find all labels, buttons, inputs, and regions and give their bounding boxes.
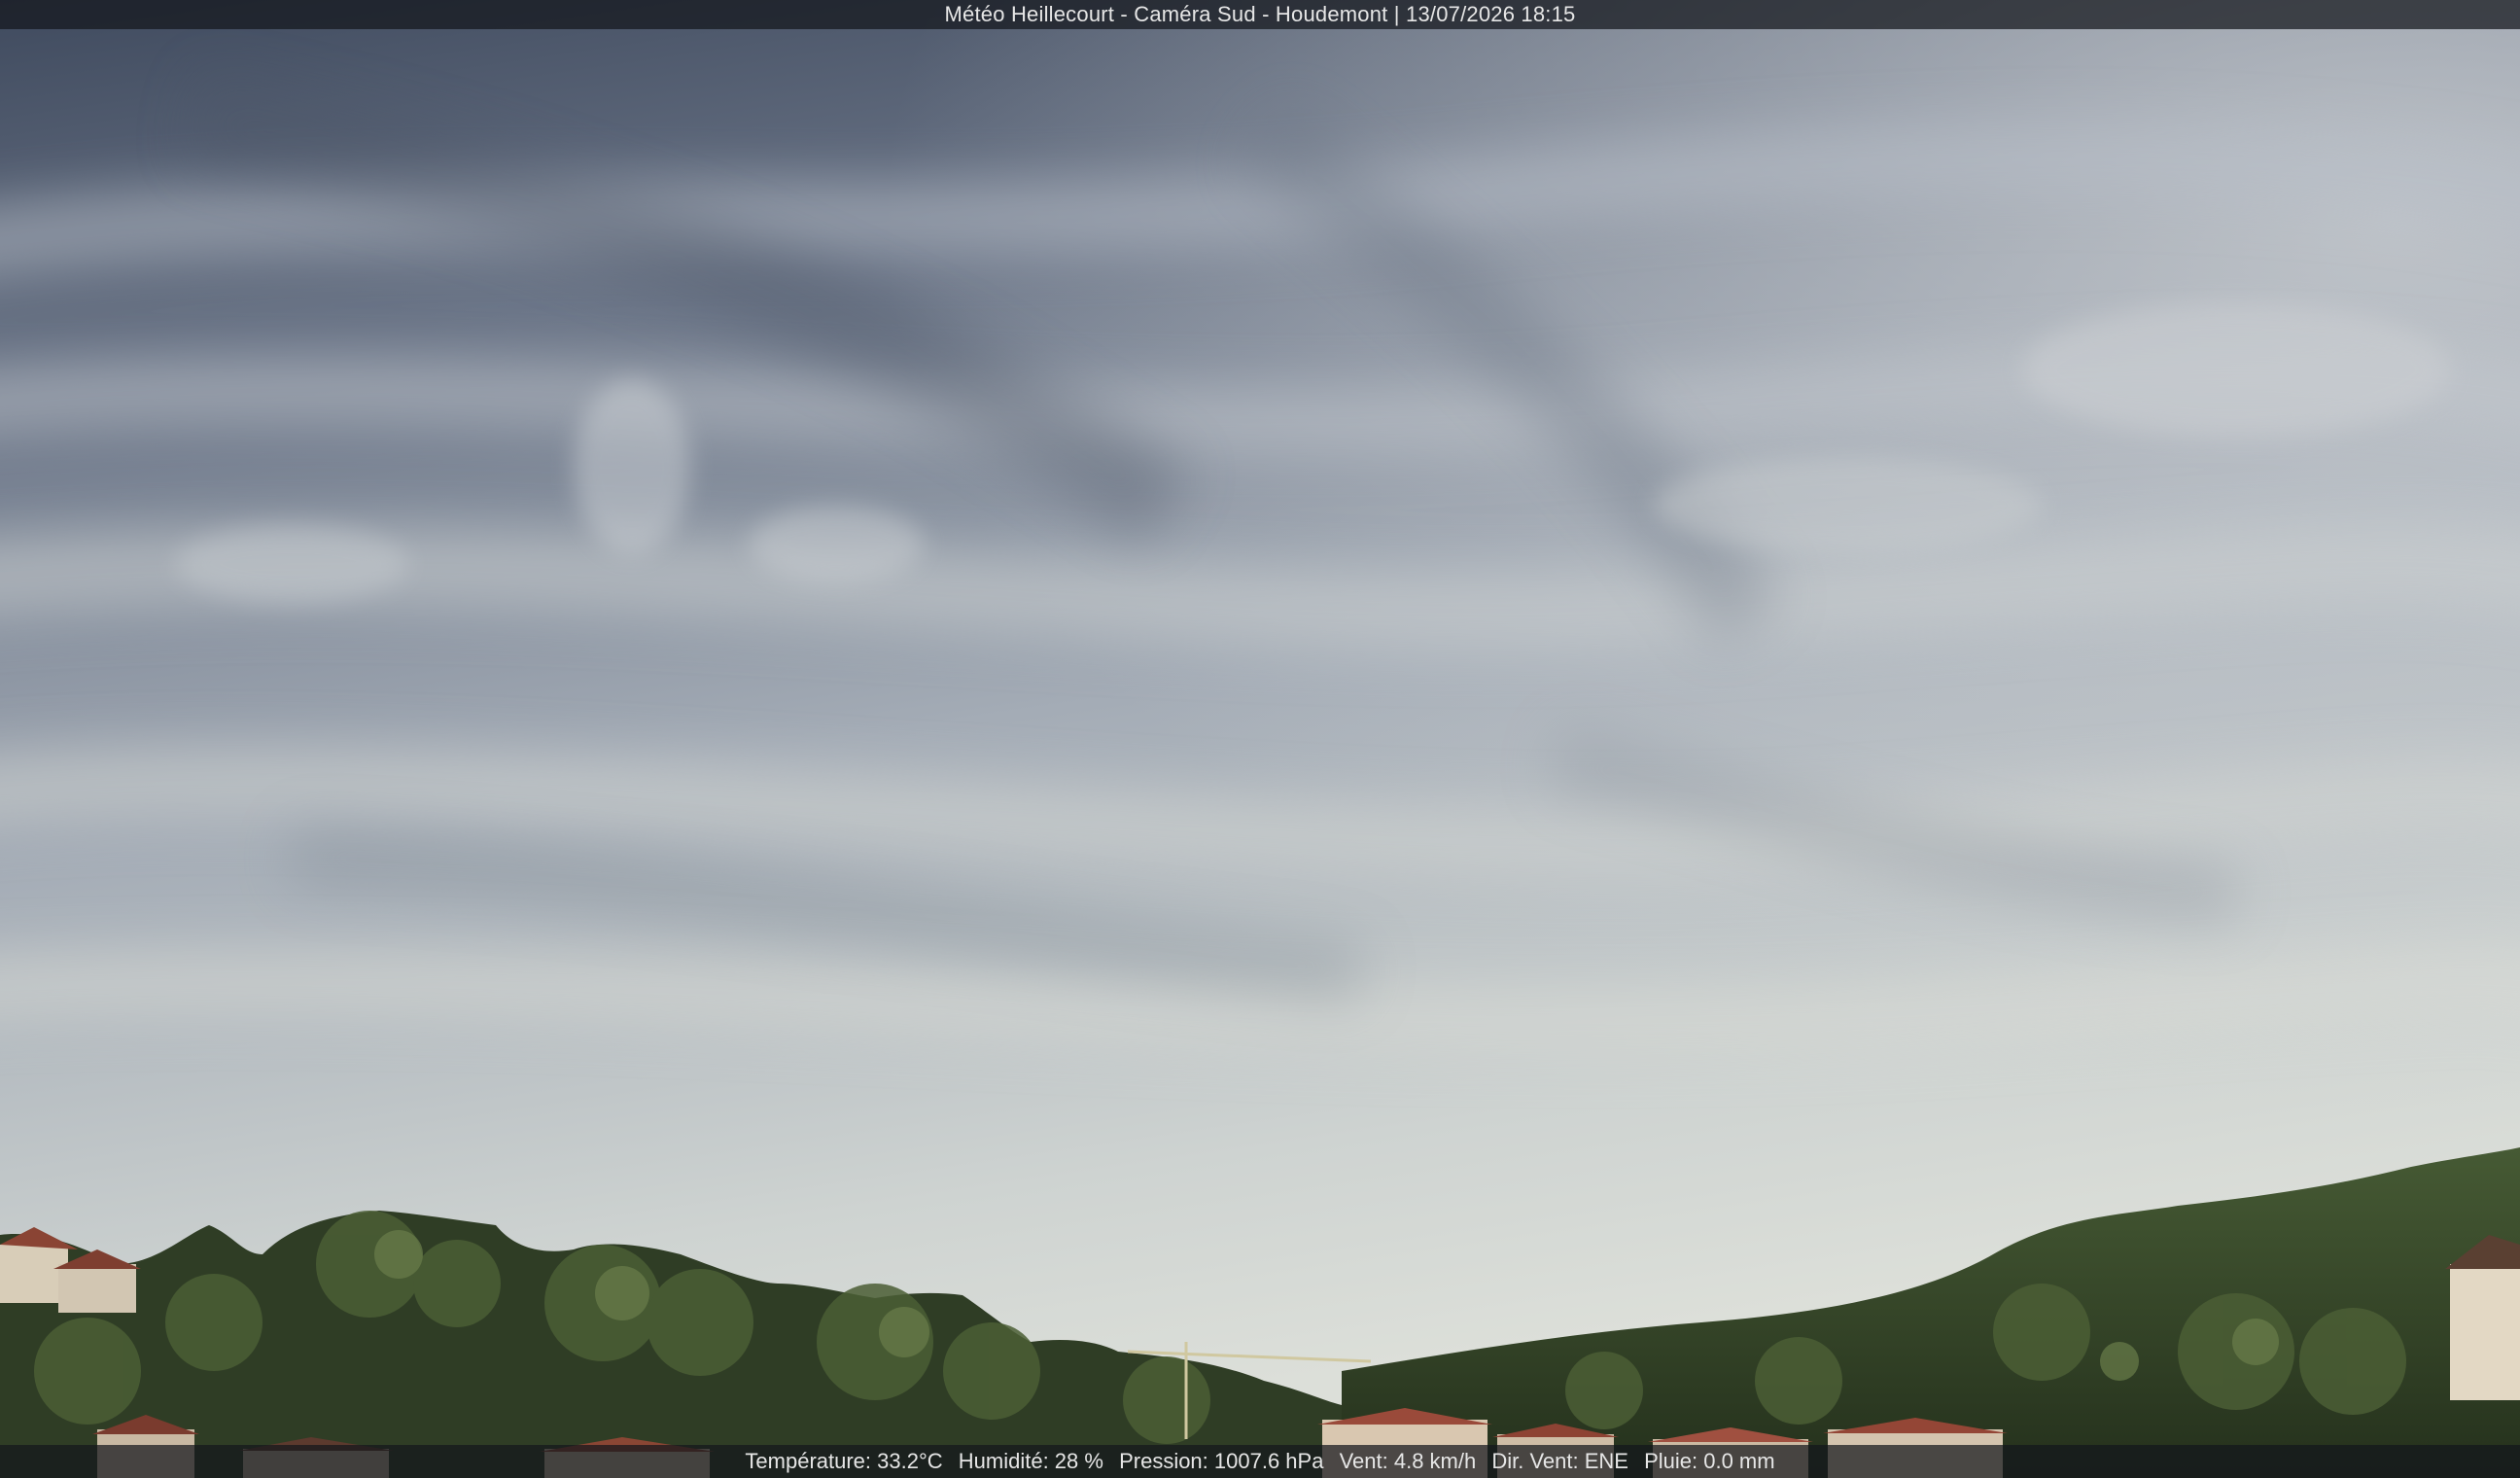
wind-speed-readout: Vent: 4.8 km/h	[1339, 1449, 1477, 1473]
webcam-frame: Météo Heillecourt - Caméra Sud - Houdemo…	[0, 0, 2520, 1478]
header-separator: |	[1387, 2, 1407, 26]
header-overlay: Météo Heillecourt - Caméra Sud - Houdemo…	[0, 0, 2520, 29]
weather-overlay: Température: 33.2°C Humidité: 28 % Press…	[0, 1445, 2520, 1478]
station-name: Météo Heillecourt	[944, 2, 1115, 26]
location-name: Houdemont	[1275, 2, 1388, 26]
header-separator: -	[1114, 2, 1135, 26]
temperature-readout: Température: 33.2°C	[745, 1449, 943, 1473]
pressure-readout: Pression: 1007.6 hPa	[1119, 1449, 1324, 1473]
humidity-readout: Humidité: 28 %	[958, 1449, 1103, 1473]
wind-direction-readout: Dir. Vent: ENE	[1491, 1449, 1628, 1473]
rain-readout: Pluie: 0.0 mm	[1644, 1449, 1775, 1473]
camera-name: Caméra Sud	[1134, 2, 1256, 26]
header-separator: -	[1255, 2, 1276, 26]
capture-datetime: 13/07/2026 18:15	[1406, 2, 1576, 26]
webcam-image	[0, 0, 2520, 1478]
